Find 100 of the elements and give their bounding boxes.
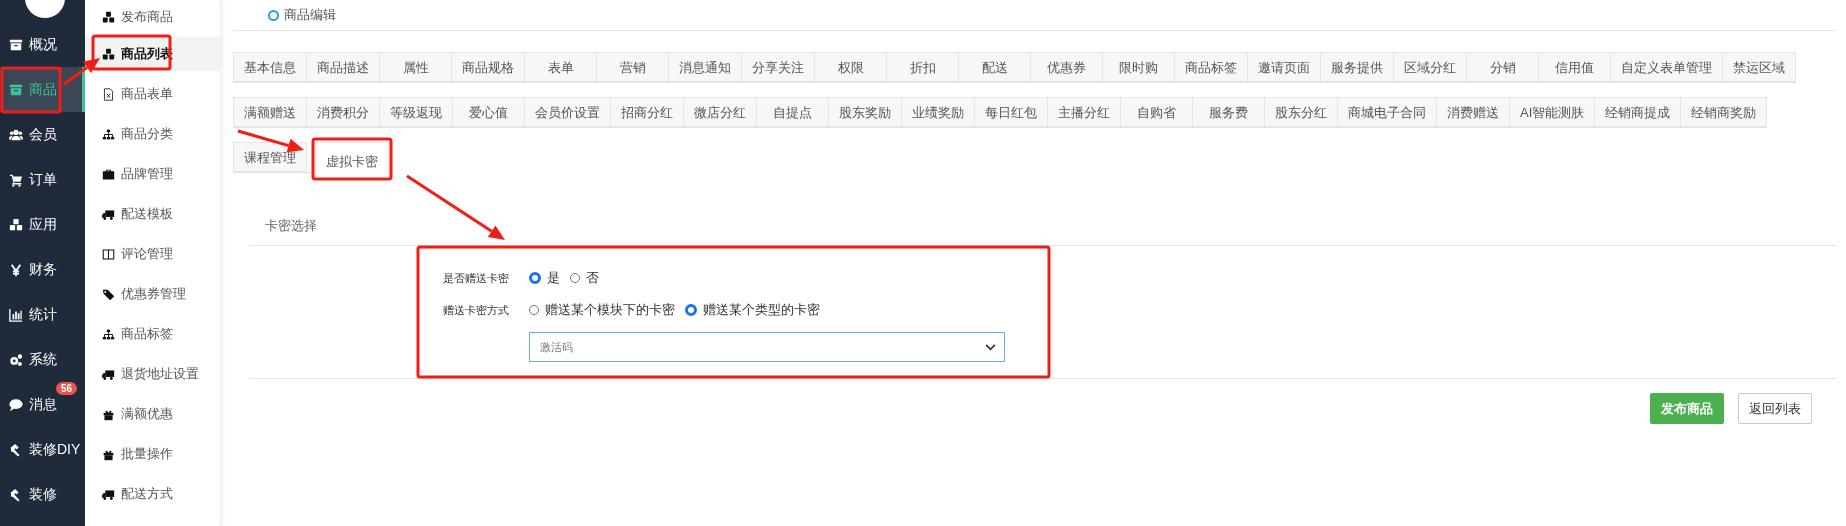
submenu-item[interactable]: 品牌管理 (85, 154, 220, 194)
tab[interactable]: 主播分红 (1048, 97, 1121, 127)
speech-bubble-icon (9, 397, 23, 412)
tab[interactable]: 经销商奖励 (1681, 97, 1768, 127)
tab[interactable]: 微店分红 (684, 97, 757, 127)
tab[interactable]: 每日红包 (975, 97, 1048, 127)
sidebar-item[interactable]: 统计 (0, 292, 85, 337)
tab[interactable]: 消费赠送 (1437, 97, 1510, 127)
submenu-item[interactable]: 商品标签 (85, 314, 220, 354)
highlight-frame (0, 66, 62, 114)
field-label: 赠送卡密方式 (443, 302, 510, 318)
hierarchy-icon (102, 127, 115, 141)
select-field[interactable]: 激活码 (529, 332, 1005, 362)
tag-icon (102, 287, 115, 301)
tab[interactable]: 表单 (525, 52, 597, 82)
tab[interactable]: 折扣 (887, 52, 959, 82)
tab[interactable]: 消费积分 (307, 97, 380, 127)
tab[interactable]: 商品规格 (452, 52, 525, 82)
count-badge: 56 (56, 382, 78, 395)
yen-icon (9, 262, 23, 277)
tab[interactable]: 商品描述 (307, 52, 380, 82)
cubes-icon (102, 10, 115, 24)
tab[interactable]: 分享关注 (742, 52, 815, 82)
tab[interactable]: 禁运区域 (1723, 52, 1796, 82)
tab[interactable]: 股东分红 (1265, 97, 1338, 127)
page-title: 商品编辑 (284, 6, 336, 24)
tab[interactable]: 商城电子合同 (1338, 97, 1437, 127)
bar-chart-icon (9, 307, 23, 322)
submenu-item[interactable]: 发布商品 (85, 0, 220, 34)
radio-button[interactable] (529, 272, 541, 284)
tab[interactable]: 自提点 (757, 97, 829, 127)
submenu-item[interactable]: 满额优惠 (85, 394, 220, 434)
section-title: 卡密选择 (249, 217, 1836, 246)
document-icon (102, 87, 115, 101)
tab[interactable]: 虚拟卡密 (315, 142, 389, 179)
truck-icon (102, 487, 115, 501)
tab[interactable]: 商品标签 (1175, 52, 1248, 82)
tab[interactable]: 课程管理 (233, 142, 307, 172)
chevron-down-icon (985, 343, 996, 351)
submenu-item[interactable]: 退货地址设置 (85, 354, 220, 394)
radio-button[interactable] (685, 304, 697, 316)
truck-icon (102, 367, 115, 381)
tab[interactable]: 消息通知 (669, 52, 742, 82)
tab[interactable]: 区域分红 (1394, 52, 1467, 82)
hierarchy-icon (102, 327, 115, 341)
tab[interactable]: AI智能测肤 (1510, 97, 1596, 127)
sidebar-item[interactable]: 财务 (0, 247, 85, 292)
tab[interactable]: 自购省 (1121, 97, 1193, 127)
radio-option[interactable]: 否 (570, 269, 599, 287)
sidebar-item[interactable]: 装修DIY (0, 427, 85, 472)
tab[interactable]: 优惠券 (1031, 52, 1103, 82)
tab[interactable]: 邀请页面 (1248, 52, 1321, 82)
tab[interactable]: 服务提供 (1321, 52, 1394, 82)
tab[interactable]: 满额赠送 (233, 97, 307, 127)
sidebar-item[interactable]: 概况 (0, 22, 85, 67)
tab[interactable]: 基本信息 (233, 52, 307, 82)
tab[interactable]: 服务费 (1193, 97, 1265, 127)
tab[interactable]: 权限 (815, 52, 887, 82)
tab[interactable]: 业绩奖励 (902, 97, 975, 127)
annotation-arrow (63, 58, 100, 86)
sidebar-item[interactable]: 系统 (0, 337, 85, 382)
tab[interactable]: 分销 (1467, 52, 1539, 82)
sidebar-item[interactable]: 订单 (0, 157, 85, 202)
cubes-icon (9, 217, 23, 232)
submenu-item[interactable]: 商品表单 (85, 74, 220, 114)
archive-icon (9, 82, 23, 97)
back-button[interactable]: 返回列表 (1738, 393, 1812, 424)
columns-icon (102, 247, 115, 261)
tab[interactable]: 招商分红 (611, 97, 684, 127)
tab[interactable]: 限时购 (1103, 52, 1175, 82)
tab[interactable]: 属性 (380, 52, 452, 82)
tab[interactable]: 营销 (597, 52, 669, 82)
submenu-item[interactable]: 商品分类 (85, 114, 220, 154)
tab[interactable]: 股东奖励 (829, 97, 902, 127)
radio-option[interactable]: 赠送某个类型的卡密 (685, 301, 820, 319)
sidebar-item[interactable]: 装修 (0, 472, 85, 517)
briefcase-icon (102, 167, 115, 181)
submenu-item[interactable]: 批量操作 (85, 434, 220, 474)
gears-icon (9, 352, 23, 367)
field-label: 是否赠送卡密 (443, 270, 510, 286)
tab[interactable]: 信用值 (1539, 52, 1611, 82)
sidebar-item[interactable]: 应用 (0, 202, 85, 247)
cubes-icon (102, 47, 115, 61)
tab[interactable]: 经销商提成 (1595, 97, 1682, 127)
tab[interactable]: 配送 (959, 52, 1031, 82)
submenu-item[interactable]: 配送模板 (85, 194, 220, 234)
tab[interactable]: 会员价设置 (525, 97, 611, 127)
sidebar-item[interactable]: 会员 (0, 112, 85, 157)
archive-icon (9, 37, 23, 52)
radio-option[interactable]: 赠送某个模块下的卡密 (529, 301, 675, 319)
radio-option[interactable]: 是 (529, 269, 560, 287)
submenu-item[interactable]: 优惠券管理 (85, 274, 220, 314)
sidebar-item[interactable]: 消息 56 (0, 382, 85, 427)
submenu-item[interactable]: 评论管理 (85, 234, 220, 274)
tab[interactable]: 等级返现 (380, 97, 453, 127)
tab[interactable]: 爱心值 (453, 97, 525, 127)
tab[interactable]: 自定义表单管理 (1611, 52, 1723, 82)
submenu-item[interactable]: 配送方式 (85, 474, 220, 514)
annotation-arrow (237, 129, 304, 153)
circle-icon (268, 9, 279, 21)
